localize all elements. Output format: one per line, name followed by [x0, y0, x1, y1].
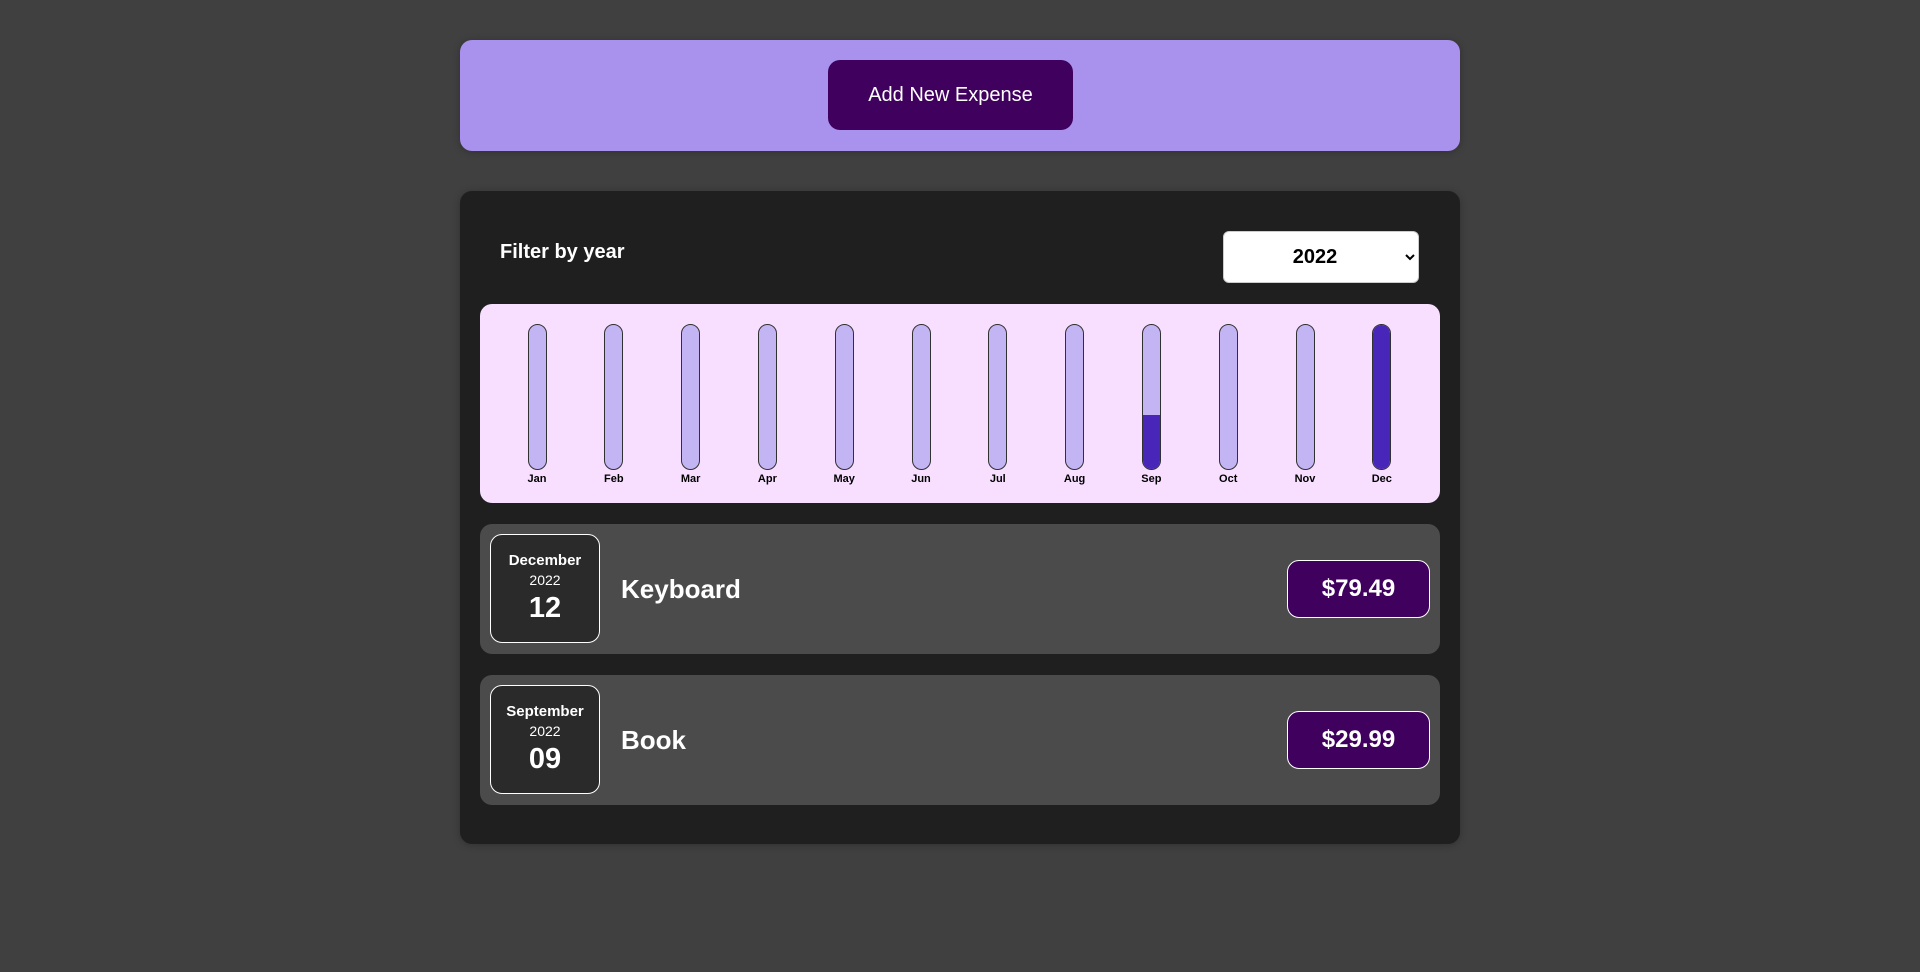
bar-track [911, 324, 931, 470]
bar-label: Jul [989, 473, 1006, 485]
bar-track [604, 324, 624, 470]
filter-label: Filter by year [500, 241, 625, 263]
bar-label: May [833, 473, 855, 485]
bar-nov: Nov [1285, 324, 1325, 485]
bar-fill [1142, 414, 1160, 469]
bar-fill [1373, 325, 1391, 469]
date-month: September [506, 703, 584, 720]
expense-item: December 2022 12 Keyboard $79.49 [480, 524, 1440, 654]
date-year: 2022 [529, 572, 561, 588]
bar-oct: Oct [1208, 324, 1248, 485]
bar-jan: Jan [517, 324, 557, 485]
bar-track [1372, 324, 1392, 470]
expense-item: September 2022 09 Book $29.99 [480, 675, 1440, 805]
date-day: 09 [528, 743, 562, 775]
date-year: 2022 [529, 723, 561, 739]
bar-label: Nov [1294, 473, 1316, 485]
bar-track [1295, 324, 1315, 470]
bar-dec: Dec [1362, 324, 1402, 485]
year-filter-select[interactable]: 2022 [1223, 231, 1419, 283]
bar-mar: Mar [671, 324, 711, 485]
expenses-card: Filter by year 2022 Jan Feb Mar Apr May Jun Ju… [460, 191, 1460, 844]
bar-track [1065, 324, 1085, 470]
bar-may: May [824, 324, 864, 485]
expense-title: Book [621, 725, 686, 755]
date-month: December [508, 552, 582, 569]
bar-sep: Sep [1131, 324, 1171, 485]
bar-jul: Jul [978, 324, 1018, 485]
new-expense-panel: Add New Expense [460, 40, 1460, 151]
expense-price: $29.99 [1287, 711, 1430, 769]
expenses-chart: Jan Feb Mar Apr May Jun Jul Aug Sep Oct Nov Dec [480, 304, 1440, 503]
bar-track [757, 324, 777, 470]
expense-date: December 2022 12 [490, 534, 600, 643]
expense-title: Keyboard [621, 574, 741, 604]
bar-track [988, 324, 1008, 470]
bar-aug: Aug [1055, 324, 1095, 485]
bar-label: Apr [757, 473, 777, 485]
add-new-expense-button[interactable]: Add New Expense [828, 60, 1073, 130]
bar-track [681, 324, 701, 470]
bar-apr: Apr [747, 324, 787, 485]
expense-price: $79.49 [1287, 560, 1430, 618]
bar-label: Feb [604, 473, 624, 485]
bar-label: Jan [527, 473, 547, 485]
bar-jun: Jun [901, 324, 941, 485]
bar-feb: Feb [594, 324, 634, 485]
expense-date: September 2022 09 [490, 685, 600, 794]
bar-label: Jun [911, 473, 931, 485]
date-day: 12 [528, 592, 562, 624]
bar-label: Aug [1063, 473, 1086, 485]
bar-track [527, 324, 547, 470]
bar-track [1218, 324, 1238, 470]
bar-label: Sep [1141, 473, 1162, 485]
bar-label: Oct [1219, 473, 1238, 485]
bar-label: Mar [680, 473, 701, 485]
bar-track [834, 324, 854, 470]
bar-label: Dec [1371, 473, 1392, 485]
bar-track [1141, 324, 1161, 470]
